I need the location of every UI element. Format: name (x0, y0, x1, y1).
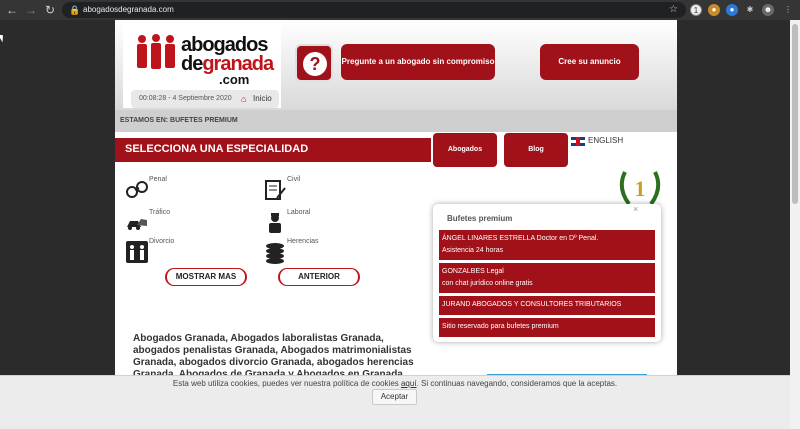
premium-item[interactable]: JURAND ABOGADOS Y CONSULTORES TRIBUTARIO… (439, 296, 655, 315)
question-button[interactable]: ? (295, 44, 333, 82)
premium-item-desc: Asistencia 24 horas (442, 247, 504, 254)
datetime: 00:08:28 - 4 Septiembre 2020 (139, 95, 232, 102)
separation-icon (126, 241, 148, 263)
premium-item[interactable]: GONZALBES Legal con chat jurídico online… (439, 263, 655, 293)
cookie-text: Esta web utiliza cookies, puedes ver nue… (172, 379, 618, 388)
web-page: abogados degranada .com 00:08:28 - 4 Sep… (115, 20, 677, 375)
uk-flag-icon[interactable] (571, 137, 585, 146)
specialty-label: Herencias (287, 238, 319, 245)
ask-lawyer-button[interactable]: Pregunte a un abogado sin compromiso (341, 44, 495, 80)
back-arrow-icon[interactable]: ← (5, 3, 19, 17)
bookmark-star-icon[interactable]: ☆ (669, 4, 678, 16)
tab-blog[interactable]: Blog (504, 133, 568, 167)
browser-toolbar: ← → ↻ 🔒 abogadosdegranada.com ☆ 1 ● ● ✱ … (0, 0, 800, 20)
premium-item[interactable]: Sitio reservado para bufetes premium (439, 318, 655, 337)
cookie-policy-link[interactable]: aquí (401, 379, 417, 388)
mouse-cursor-icon (0, 32, 6, 43)
specialty-label: Divorcio (149, 238, 175, 245)
scrollbar[interactable] (790, 20, 800, 429)
svg-text:1: 1 (635, 176, 646, 201)
premium-firms-panel: Bufetes premium × ÁNGEL LINARES ESTRELLA… (433, 204, 661, 342)
premium-item-name: ÁNGEL LINARES ESTRELLA Doctor en Dº Pena… (442, 235, 599, 242)
premium-item-desc: con chat jurídico online gratis (442, 280, 533, 287)
home-link[interactable]: Inicio (253, 94, 272, 103)
question-mark-icon: ? (303, 52, 327, 76)
specialty-header: SELECCIONA UNA ESPECIALIDAD (115, 138, 431, 162)
people-logo-icon (137, 34, 175, 69)
car-crash-icon (127, 219, 147, 230)
premium-item[interactable]: ÁNGEL LINARES ESTRELLA Doctor en Dº Pena… (439, 230, 655, 260)
accept-cookies-button[interactable]: Aceptar (372, 389, 417, 405)
coins-icon (266, 243, 284, 264)
create-ad-button[interactable]: Cree su anuncio (540, 44, 639, 80)
handcuffs-icon (126, 181, 148, 198)
lock-icon: 🔒 (69, 5, 81, 15)
extension-icon[interactable]: ● (726, 4, 738, 16)
specialty-label: Laboral (287, 209, 311, 216)
extension-icon[interactable]: 1 (690, 4, 702, 16)
specialty-label: Penal (149, 176, 167, 183)
menu-dots-icon[interactable]: ⋮ (782, 4, 794, 16)
previous-button[interactable]: ANTERIOR (278, 268, 360, 286)
premium-item-name: JURAND ABOGADOS Y CONSULTORES TRIBUTARIO… (442, 301, 622, 308)
show-more-button[interactable]: MOSTRAR MAS (165, 268, 247, 286)
worker-icon (269, 213, 281, 233)
url-text: abogadosdegranada.com (83, 5, 174, 14)
premium-item-name: GONZALBES Legal (442, 268, 504, 275)
logo-text: .com (219, 72, 250, 87)
avatar[interactable]: ☻ (762, 4, 774, 16)
scrollbar-thumb[interactable] (792, 24, 798, 204)
breadcrumb: ESTAMOS EN: BUFETES PREMIUM (115, 110, 677, 132)
reload-icon[interactable]: ↻ (43, 3, 57, 17)
puzzle-icon[interactable]: ✱ (744, 4, 756, 16)
breadcrumb-text: ESTAMOS EN: BUFETES PREMIUM (120, 117, 238, 124)
document-sign-icon (265, 180, 286, 200)
premium-title: Bufetes premium (447, 214, 513, 223)
tab-abogados[interactable]: Abogados (433, 133, 497, 167)
premium-item-name: Sitio reservado para bufetes premium (442, 323, 559, 330)
home-icon[interactable]: ⌂ (241, 94, 246, 104)
close-icon[interactable]: × (633, 204, 638, 214)
date-box: 00:08:28 - 4 Septiembre 2020 ⌂ Inicio (131, 90, 279, 108)
extension-icon[interactable]: ● (708, 4, 720, 16)
specialty-title: SELECCIONA UNA ESPECIALIDAD (125, 143, 309, 155)
forward-arrow-icon[interactable]: → (24, 3, 38, 17)
cookie-banner: Esta web utiliza cookies, puedes ver nue… (0, 375, 800, 429)
english-link[interactable]: ENGLISH (588, 136, 623, 145)
specialty-label: Tráfico (149, 209, 171, 216)
site-logo[interactable]: abogados degranada .com 00:08:28 - 4 Sep… (123, 20, 281, 108)
seo-paragraph: Abogados Granada, Abogados laboralistas … (133, 333, 414, 375)
specialty-label: Civil (287, 176, 301, 183)
address-bar[interactable]: 🔒 abogadosdegranada.com ☆ (62, 2, 686, 18)
site-header: abogados degranada .com 00:08:28 - 4 Sep… (115, 20, 677, 110)
